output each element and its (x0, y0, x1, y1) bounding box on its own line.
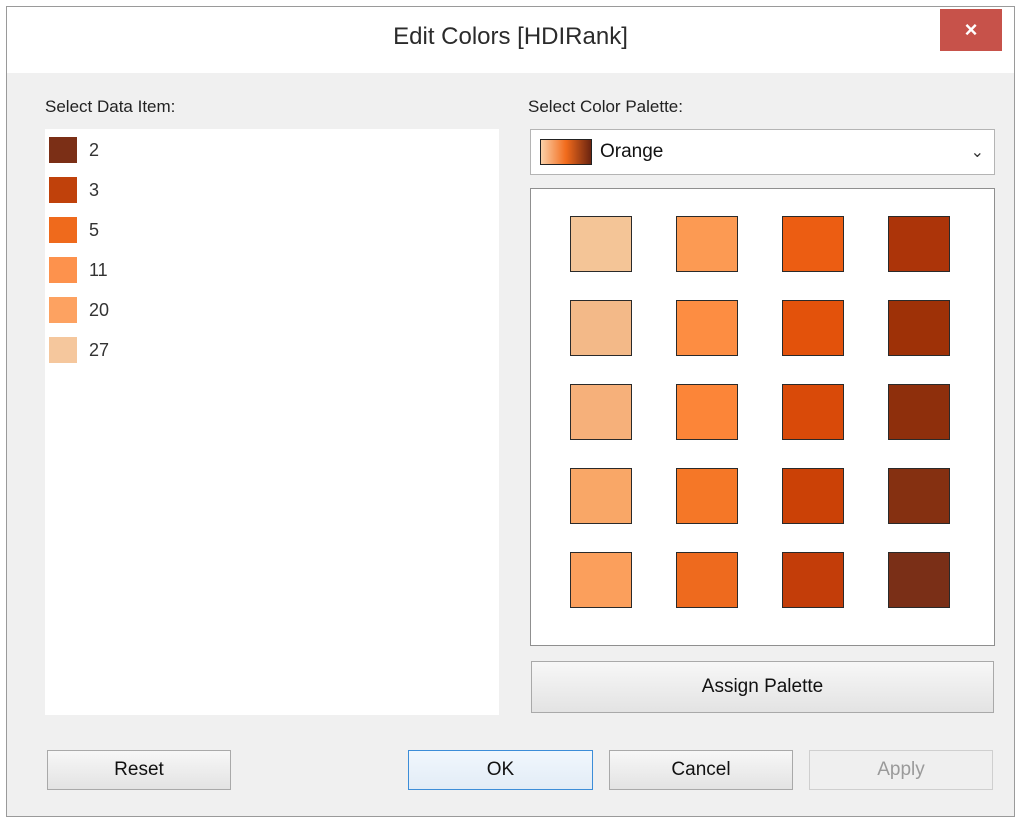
data-item-label: 20 (89, 299, 110, 320)
data-item-swatch (49, 137, 77, 163)
data-item-label: 5 (89, 219, 100, 240)
data-item-swatch (49, 217, 77, 243)
palette-swatch[interactable] (570, 552, 632, 608)
palette-swatch[interactable] (676, 216, 738, 272)
palette-swatch[interactable] (570, 216, 632, 272)
data-item-row[interactable]: 27 (49, 335, 109, 365)
palette-swatch-grid (530, 188, 995, 646)
assign-palette-button[interactable]: Assign Palette (531, 661, 994, 713)
palette-swatch[interactable] (888, 384, 950, 440)
palette-swatch[interactable] (676, 384, 738, 440)
data-item-swatch (49, 337, 77, 363)
palette-swatch[interactable] (782, 552, 844, 608)
palette-swatch[interactable] (782, 300, 844, 356)
dialog-title: Edit Colors [HDIRank] (393, 23, 628, 50)
data-item-swatch (49, 297, 77, 323)
palette-swatch[interactable] (888, 216, 950, 272)
palette-gradient-icon (540, 139, 592, 165)
data-item-label: 3 (89, 179, 100, 200)
data-item-list[interactable]: 2 3 5 11 20 27 (45, 129, 499, 715)
palette-swatch[interactable] (782, 384, 844, 440)
reset-button[interactable]: Reset (47, 750, 231, 790)
palette-swatch[interactable] (888, 300, 950, 356)
data-item-row[interactable]: 5 (49, 215, 99, 245)
data-item-swatch (49, 177, 77, 203)
palette-swatch[interactable] (676, 552, 738, 608)
close-icon: × (964, 17, 978, 42)
palette-dropdown[interactable]: Orange ⌄ (530, 129, 995, 175)
apply-button[interactable]: Apply (809, 750, 993, 790)
palette-swatch[interactable] (570, 468, 632, 524)
data-item-row[interactable]: 11 (49, 255, 108, 285)
palette-swatch[interactable] (676, 468, 738, 524)
palette-swatch[interactable] (782, 216, 844, 272)
data-item-label: 2 (89, 139, 100, 160)
select-data-item-label: Select Data Item: (45, 97, 176, 116)
edit-colors-dialog: Edit Colors [HDIRank] × Select Data Item… (6, 6, 1015, 817)
data-item-label: 11 (89, 259, 108, 280)
data-item-swatch (49, 257, 77, 283)
data-item-row[interactable]: 2 (49, 135, 99, 165)
title-bar: Edit Colors [HDIRank] × (7, 7, 1014, 73)
palette-swatch[interactable] (888, 468, 950, 524)
chevron-down-icon: ⌄ (970, 144, 984, 161)
cancel-button[interactable]: Cancel (609, 750, 793, 790)
palette-swatch[interactable] (782, 468, 844, 524)
palette-swatch[interactable] (888, 552, 950, 608)
palette-name: Orange (600, 141, 664, 162)
palette-swatch[interactable] (676, 300, 738, 356)
close-button[interactable]: × (940, 9, 1002, 51)
palette-swatch[interactable] (570, 300, 632, 356)
select-color-palette-label: Select Color Palette: (528, 97, 683, 116)
data-item-label: 27 (89, 339, 110, 360)
data-item-row[interactable]: 20 (49, 295, 109, 325)
ok-button[interactable]: OK (408, 750, 593, 790)
data-item-row[interactable]: 3 (49, 175, 99, 205)
palette-swatch[interactable] (570, 384, 632, 440)
